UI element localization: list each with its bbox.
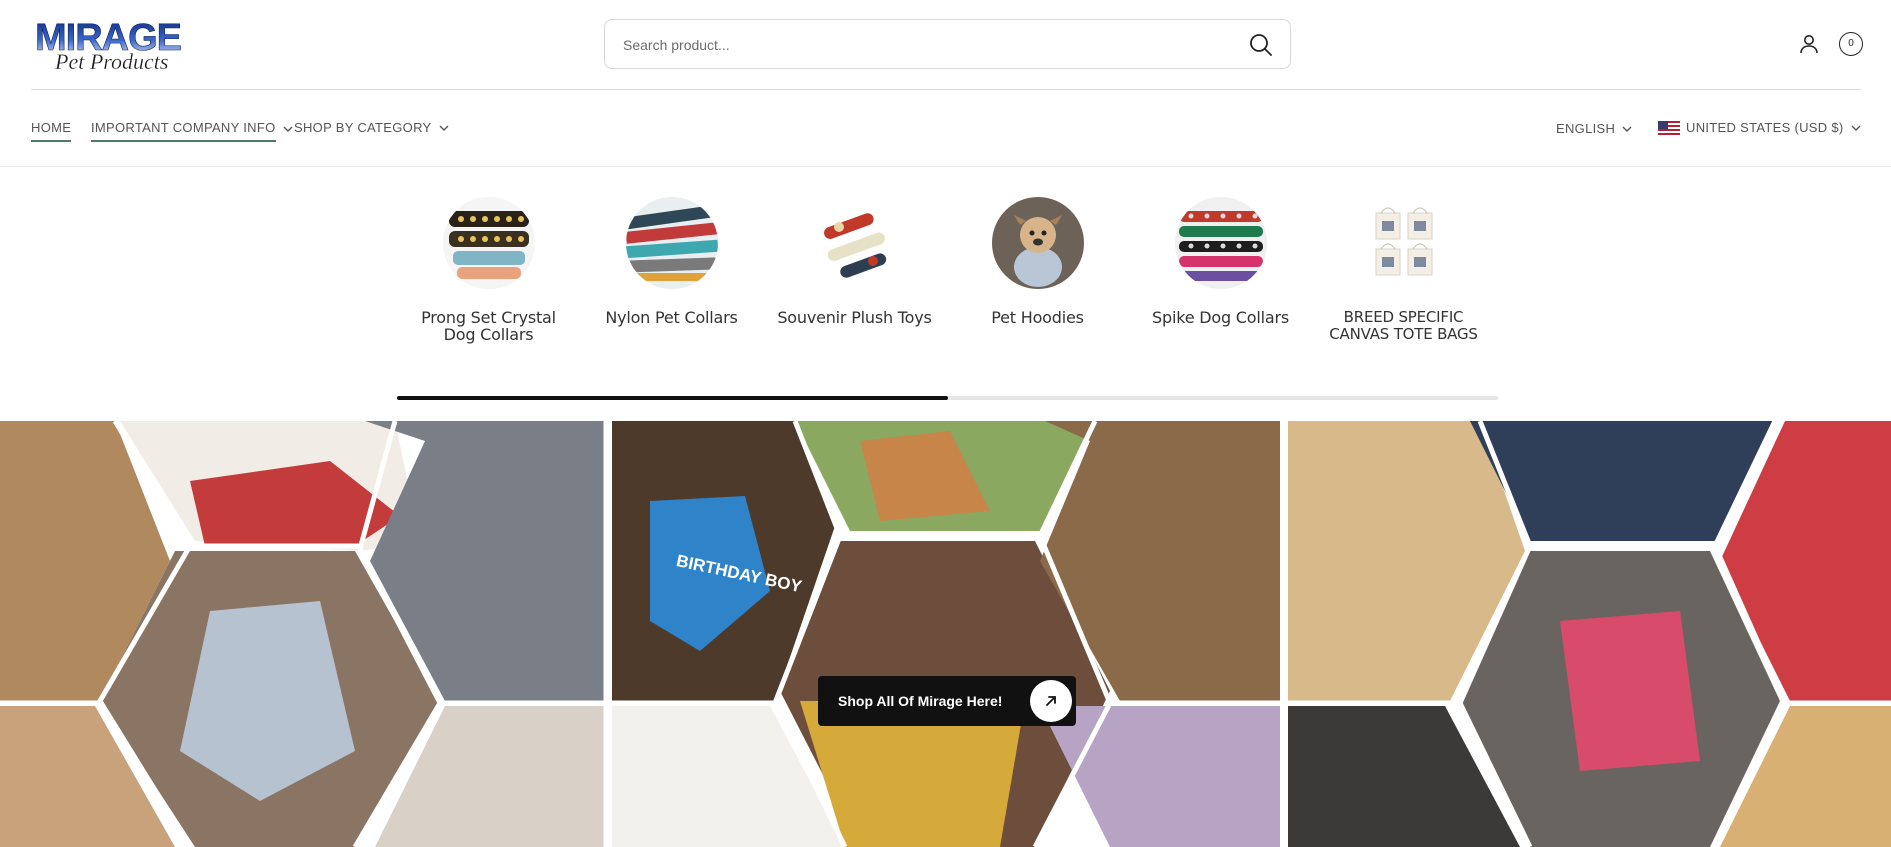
brand-logo[interactable]: MIRAGE Pet Products (33, 17, 228, 73)
search-icon[interactable] (1248, 32, 1274, 58)
language-selector[interactable]: ENGLISH (1556, 121, 1633, 141)
category-item[interactable]: Nylon Pet Collars (589, 197, 754, 326)
search-bar (604, 19, 1291, 69)
plush-bone-toys-icon (808, 197, 901, 289)
nav-item-shop-by-category[interactable]: SHOP BY CATEGORY (294, 120, 450, 140)
category-name: Pet Hoodies (991, 308, 1084, 327)
currency-selector[interactable]: UNITED STATES (USD $) (1658, 120, 1862, 140)
language-label: ENGLISH (1556, 121, 1616, 136)
nav-item-home[interactable]: HOME (31, 120, 72, 142)
chevron-down-icon (1851, 125, 1860, 131)
arrow-up-right-icon (1030, 680, 1072, 722)
us-flag-icon (1658, 120, 1680, 135)
header-actions: 0 (1797, 32, 1863, 56)
category-name: BREED SPECIFIC CANVAS TOTE BAGS (1329, 308, 1478, 343)
hero-collage: BIRTHDAY BOY (0, 421, 1891, 847)
cart-count-badge: 0 (1839, 32, 1863, 56)
category-name: Prong Set Crystal Dog Collars (421, 308, 556, 344)
dog-in-hoodie-icon (991, 197, 1084, 289)
search-input[interactable] (623, 34, 1223, 56)
nav-label: SHOP BY CATEGORY (294, 120, 432, 135)
carousel-scroll-thumb[interactable] (397, 396, 948, 400)
chevron-down-icon (1622, 126, 1632, 132)
chevron-down-icon (283, 126, 293, 132)
nylon-collars-icon (625, 197, 718, 289)
nav-label: HOME (31, 120, 72, 142)
carousel-scrollbar[interactable] (397, 396, 1498, 400)
crystal-collar-icon (442, 197, 535, 289)
shop-all-label: Shop All Of Mirage Here! (838, 693, 1003, 709)
category-item[interactable]: BREED SPECIFIC CANVAS TOTE BAGS (1321, 197, 1486, 343)
spike-collars-icon (1174, 197, 1267, 289)
category-item[interactable]: Pet Hoodies (955, 197, 1120, 326)
cart-icon[interactable]: 0 (1839, 32, 1863, 56)
shop-all-button[interactable]: Shop All Of Mirage Here! (818, 676, 1076, 726)
currency-label: UNITED STATES (USD $) (1686, 120, 1844, 135)
account-icon[interactable] (1797, 32, 1821, 56)
main-nav: HOME IMPORTANT COMPANY INFO SHOP BY CATE… (0, 110, 1891, 146)
site-header: MIRAGE Pet Products 0 (0, 0, 1891, 90)
category-name: Souvenir Plush Toys (777, 308, 932, 327)
category-item[interactable]: Spike Dog Collars (1138, 197, 1303, 326)
tote-bags-icon (1357, 197, 1450, 289)
nav-item-company-info[interactable]: IMPORTANT COMPANY INFO (91, 120, 294, 142)
chevron-down-icon (439, 125, 448, 131)
nav-label: IMPORTANT COMPANY INFO (91, 120, 276, 142)
category-item[interactable]: Prong Set Crystal Dog Collars (406, 197, 571, 343)
svg-text:Pet Products: Pet Products (54, 49, 168, 73)
category-name: Spike Dog Collars (1152, 308, 1289, 327)
category-name: Nylon Pet Collars (605, 308, 738, 327)
header-divider (31, 89, 1861, 90)
category-carousel: Prong Set Crystal Dog Collars Nylon Pet … (0, 167, 1891, 417)
category-item[interactable]: Souvenir Plush Toys (772, 197, 937, 326)
